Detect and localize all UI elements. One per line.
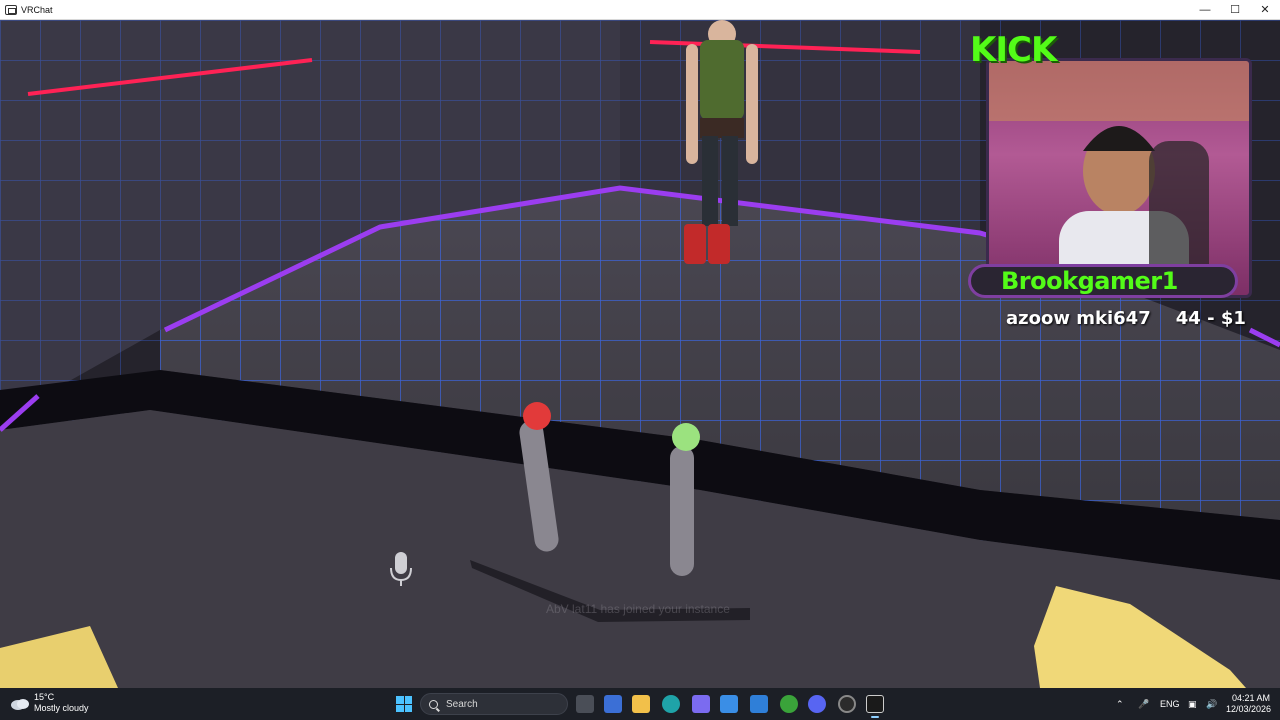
- store-icon[interactable]: [720, 695, 738, 713]
- whiteboard-app-icon[interactable]: [604, 695, 622, 713]
- start-button[interactable]: [396, 696, 412, 712]
- stream-overlay: KICK Brookgamer1: [964, 28, 1276, 300]
- discord-icon[interactable]: [808, 695, 826, 713]
- clock-date: 12/03/2026: [1226, 704, 1272, 714]
- kick-logo: KICK: [970, 30, 1057, 70]
- obs-icon[interactable]: [838, 695, 856, 713]
- window-title: VRChat: [21, 4, 53, 15]
- microphone-tray-icon[interactable]: 🎤: [1138, 688, 1149, 720]
- mail-icon[interactable]: [750, 695, 768, 713]
- file-explorer-icon[interactable]: [632, 695, 650, 713]
- microphone-icon: [386, 550, 416, 595]
- volume-icon[interactable]: 🔊: [1206, 688, 1217, 720]
- join-notification: AbV lat11 has joined your instance: [546, 602, 730, 616]
- taskbar-search[interactable]: Search: [420, 693, 568, 715]
- weather-temp: 15°C: [34, 692, 55, 702]
- xbox-icon[interactable]: [780, 695, 798, 713]
- chevron-up-icon[interactable]: ⌃: [1116, 688, 1124, 720]
- edge-browser-icon[interactable]: [662, 695, 680, 713]
- vrchat-app-icon: [5, 4, 17, 15]
- copilot-icon[interactable]: [692, 695, 710, 713]
- donation-alert: azoow mki647 44 - $1: [1006, 308, 1246, 329]
- language-indicator[interactable]: ENG: [1160, 688, 1180, 720]
- minimize-icon[interactable]: —: [1190, 0, 1220, 20]
- network-icon[interactable]: ▣: [1188, 688, 1197, 720]
- taskbar: 15°C Mostly cloudy Search ⌃ 🎤 ENG ▣ 🔊 04…: [0, 688, 1280, 720]
- clock-time: 04:21 AM: [1231, 693, 1270, 703]
- weather-widget[interactable]: 15°C Mostly cloudy: [10, 692, 89, 714]
- title-bar: VRChat — ☐ ✕: [0, 0, 1280, 20]
- cloud-icon: [11, 699, 29, 710]
- vrchat-taskbar-icon[interactable]: [866, 695, 884, 713]
- webcam-feed: [986, 58, 1252, 298]
- clock[interactable]: 04:21 AM 12/03/2026: [1226, 693, 1272, 715]
- active-app-indicator: [871, 716, 879, 718]
- close-icon[interactable]: ✕: [1250, 0, 1280, 20]
- weather-condition: Mostly cloudy: [34, 703, 89, 713]
- streamer-name: Brookgamer1: [968, 264, 1238, 298]
- maximize-icon[interactable]: ☐: [1220, 0, 1250, 20]
- search-label: Search: [446, 698, 478, 710]
- task-view-icon[interactable]: [576, 695, 594, 713]
- search-icon: [429, 699, 438, 709]
